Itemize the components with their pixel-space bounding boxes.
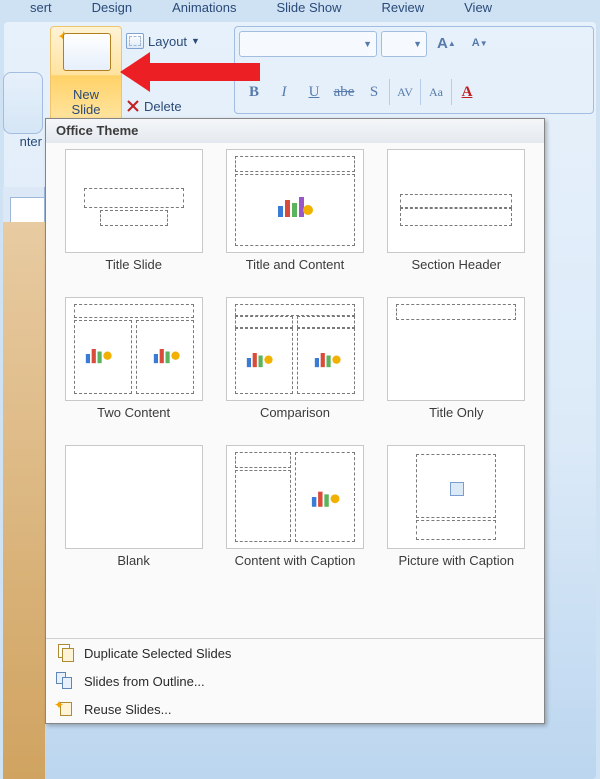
left-sidebar: nter: [0, 22, 45, 779]
layout-picture-with-caption[interactable]: Picture with Caption: [379, 445, 534, 585]
italic-button[interactable]: I: [269, 79, 299, 105]
new-slide-gallery: Office Theme Title Slide Tit: [45, 118, 545, 724]
underline-button[interactable]: U: [299, 79, 329, 105]
layout-grid: Title Slide Title and Content: [56, 149, 534, 585]
layout-blank[interactable]: Blank: [56, 445, 211, 585]
outline-icon: [56, 672, 74, 690]
duplicate-icon: [56, 644, 74, 662]
new-slide-label: New Slide: [51, 87, 121, 117]
tab-design[interactable]: Design: [92, 0, 132, 18]
strikethrough-button[interactable]: abe: [329, 79, 359, 105]
reuse-slides[interactable]: ✦ Reuse Slides...: [46, 695, 544, 723]
font-size-combo[interactable]: ▼: [381, 31, 427, 57]
picture-icon: [450, 482, 464, 496]
layout-title-and-content[interactable]: Title and Content: [217, 149, 372, 289]
layout-title-slide[interactable]: Title Slide: [56, 149, 211, 289]
reuse-icon: ✦: [56, 700, 74, 718]
layout-icon: [126, 33, 144, 49]
grow-font-button[interactable]: A▲: [431, 31, 462, 55]
gallery-footer: Duplicate Selected Slides Slides from Ou…: [46, 638, 544, 723]
editor-bg-fragment: [3, 222, 45, 779]
slides-from-outline[interactable]: Slides from Outline...: [46, 667, 544, 695]
shrink-font-button[interactable]: A▼: [466, 31, 494, 55]
font-group: ▼ ▼ A▲ A▼ B I U abe S AV Aa A: [234, 26, 594, 114]
layout-button[interactable]: Layout ▼: [126, 30, 212, 52]
delete-x-icon: [126, 99, 140, 113]
layout-two-content[interactable]: Two Content: [56, 297, 211, 437]
change-case-button[interactable]: Aa: [420, 79, 451, 105]
layout-content-with-caption[interactable]: Content with Caption: [217, 445, 372, 585]
duplicate-selected-slides[interactable]: Duplicate Selected Slides: [46, 639, 544, 667]
tab-animations[interactable]: Animations: [172, 0, 236, 18]
shadow-button[interactable]: S: [359, 79, 389, 105]
delete-button[interactable]: Delete: [126, 95, 212, 117]
slide-icon: [63, 33, 111, 71]
slide-thumbnail[interactable]: [10, 197, 45, 225]
annotation-arrow: [120, 52, 260, 92]
slides-group-label-fragment: nter: [4, 134, 42, 149]
layout-comparison[interactable]: Comparison: [217, 297, 372, 437]
ribbon-tabs: sert Design Animations Slide Show Review…: [0, 0, 600, 18]
clipboard-group-fragment: nter: [3, 72, 43, 134]
tab-slideshow[interactable]: Slide Show: [276, 0, 341, 18]
layout-label: Layout: [148, 34, 187, 49]
char-spacing-button[interactable]: AV: [389, 79, 420, 105]
gallery-header: Office Theme: [46, 119, 544, 143]
tab-insert[interactable]: sert: [30, 0, 52, 18]
layout-section-header[interactable]: Section Header: [379, 149, 534, 289]
tab-review[interactable]: Review: [382, 0, 425, 18]
layout-title-only[interactable]: Title Only: [379, 297, 534, 437]
delete-label: Delete: [144, 99, 182, 114]
dropdown-icon: ▼: [191, 36, 200, 46]
tab-view[interactable]: View: [464, 0, 492, 18]
font-color-button[interactable]: A: [451, 79, 482, 105]
